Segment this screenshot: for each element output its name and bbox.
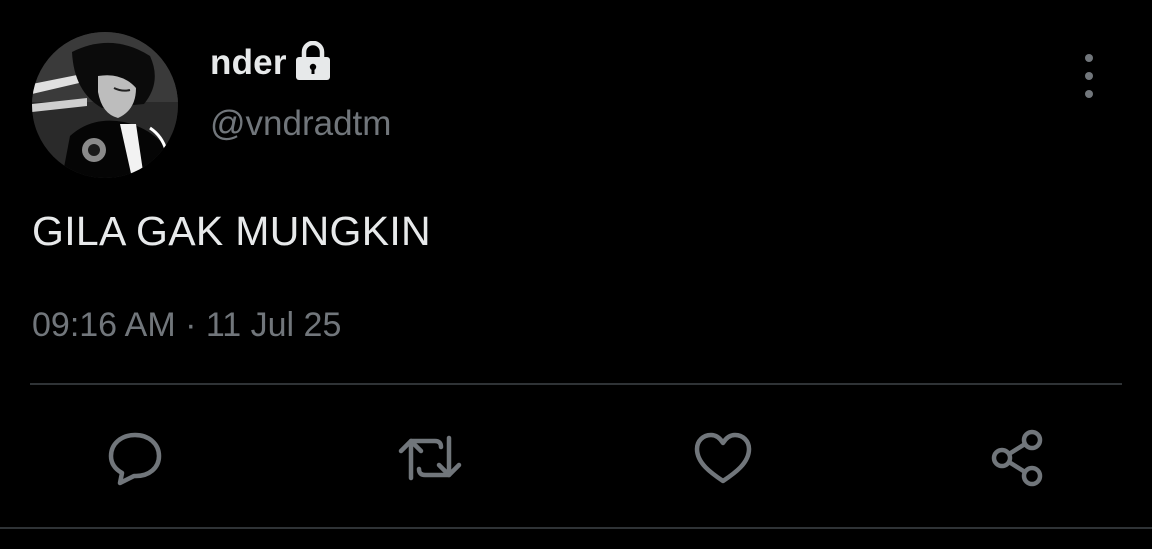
divider xyxy=(30,383,1122,385)
divider-bottom xyxy=(0,527,1152,529)
display-name[interactable]: nder xyxy=(210,43,287,83)
author-handle[interactable]: @vndradtm xyxy=(210,104,391,144)
tweet-date: 11 Jul 25 xyxy=(205,306,342,344)
like-button[interactable] xyxy=(690,425,756,491)
reply-icon xyxy=(108,432,162,486)
retweet-icon xyxy=(398,435,462,481)
more-vertical-icon-dot xyxy=(1085,90,1093,98)
meta-separator: · xyxy=(185,306,197,344)
share-button[interactable] xyxy=(985,425,1051,491)
author-name-row: nder xyxy=(210,40,331,86)
lock-icon xyxy=(295,40,331,81)
more-vertical-icon xyxy=(1085,54,1093,62)
share-icon xyxy=(991,429,1043,487)
tweet-time: 09:16 AM xyxy=(32,306,176,344)
heart-icon xyxy=(694,432,752,484)
reply-button[interactable] xyxy=(102,425,168,491)
tweet-text: GILA GAK MUNGKIN xyxy=(32,208,431,254)
tweet-detail: nder @vndradtm GILA GAK MUNGKIN 09:16 AM… xyxy=(0,0,1152,549)
avatar-image xyxy=(32,32,178,178)
retweet-button[interactable] xyxy=(397,425,463,491)
more-options-button[interactable] xyxy=(1070,54,1108,98)
avatar[interactable] xyxy=(32,32,178,178)
tweet-timestamp[interactable]: 09:16 AM · 11 Jul 25 xyxy=(32,306,341,345)
more-vertical-icon-dot xyxy=(1085,72,1093,80)
